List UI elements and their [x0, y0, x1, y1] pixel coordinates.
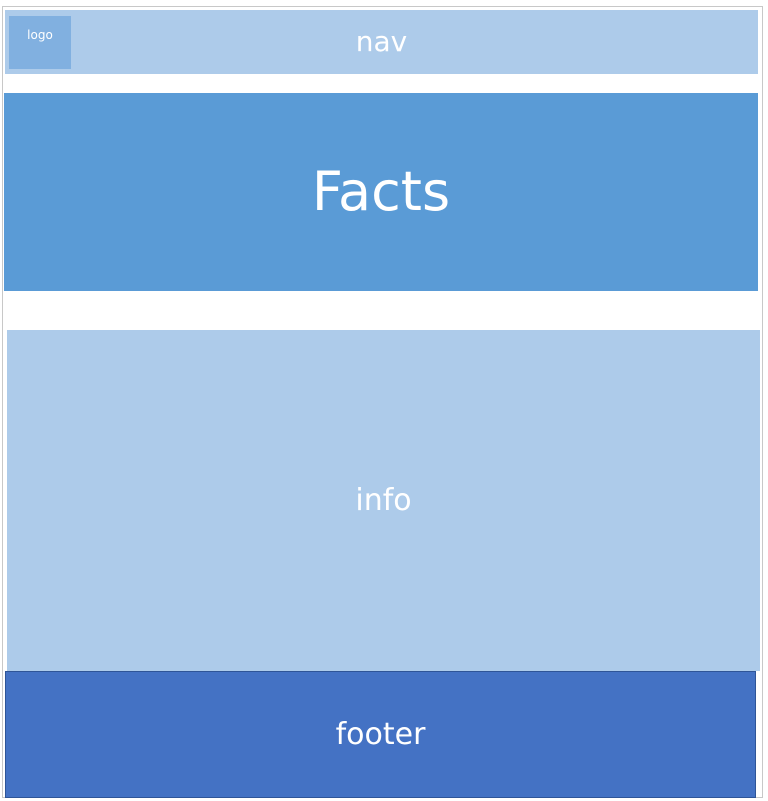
nav-label: nav — [355, 25, 408, 58]
logo-label: logo — [27, 28, 53, 42]
wireframe-page: nav logo Facts info footer — [0, 0, 768, 801]
footer-label: footer — [335, 716, 426, 752]
hero-facts-block: Facts — [4, 93, 758, 291]
nav-block: nav — [5, 10, 758, 74]
footer-block: footer — [5, 671, 756, 798]
logo-box: logo — [9, 16, 71, 69]
hero-title: Facts — [311, 160, 451, 223]
info-label: info — [355, 482, 412, 518]
info-block: info — [7, 330, 760, 671]
